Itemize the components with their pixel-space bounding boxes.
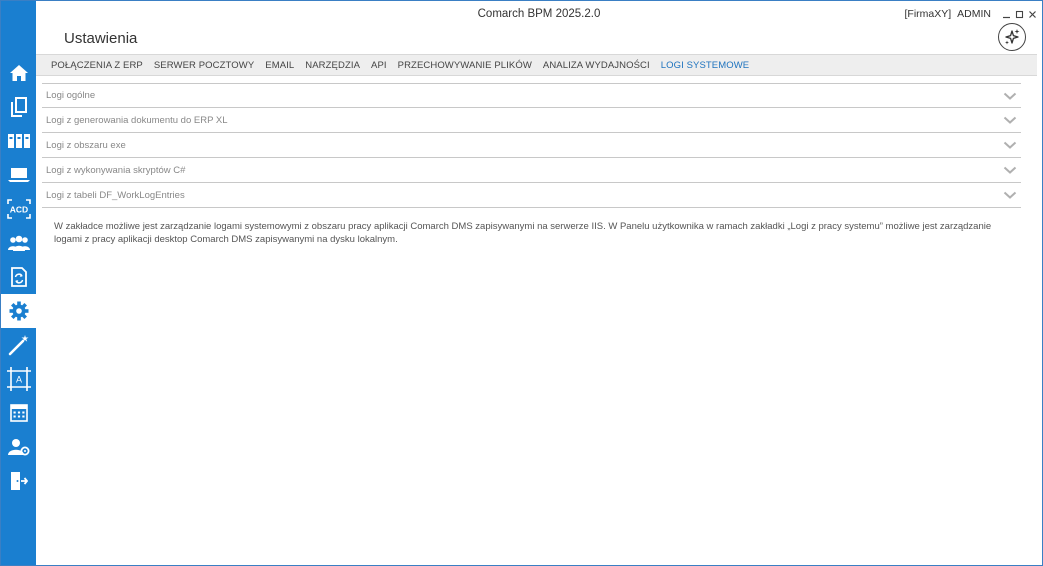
documents-icon [10, 97, 27, 117]
tab-system-logs[interactable]: LOGI SYSTEMOWE [661, 60, 750, 71]
logout-icon [10, 472, 28, 490]
tab-api[interactable]: API [371, 60, 387, 71]
sidebar-item-acd[interactable]: ACD [1, 192, 36, 226]
section-exe-logs[interactable]: Logi z obszaru exe [42, 133, 1021, 158]
title-bar-controls: [FirmaXY] ADMIN [904, 8, 1038, 20]
close-icon [1029, 10, 1036, 18]
close-button[interactable] [1027, 9, 1038, 20]
tab-tools[interactable]: NARZĘDZIA [305, 60, 360, 71]
chevron-down-icon [1003, 191, 1017, 199]
tab-file-storage[interactable]: PRZECHOWYWANIE PLIKÓW [398, 60, 532, 71]
laptop-icon [7, 168, 30, 182]
sidebar-item-logout[interactable] [1, 464, 36, 498]
ai-assistant-button[interactable] [998, 23, 1026, 51]
chevron-down-icon [1003, 141, 1017, 149]
sidebar-item-home[interactable] [1, 56, 36, 90]
sidebar: ACD A [1, 1, 36, 565]
section-label: Logi ogólne [46, 90, 96, 101]
sidebar-item-wizard[interactable] [1, 328, 36, 362]
settings-tabs: POŁĄCZENIA Z ERP SERWER POCZTOWY EMAIL N… [36, 54, 1037, 76]
section-label: Logi z generowania dokumentu do ERP XL [46, 114, 228, 126]
tab-performance-analysis[interactable]: ANALIZA WYDAJNOŚCI [543, 60, 650, 71]
tab-erp-connections[interactable]: POŁĄCZENIA Z ERP [51, 60, 143, 71]
user-name[interactable]: ADMIN [957, 8, 991, 20]
binders-icon [7, 134, 30, 148]
title-bar: Comarch BPM 2025.2.0 [FirmaXY] ADMIN [36, 1, 1042, 27]
chevron-down-icon [1003, 166, 1017, 174]
info-text: W zakładce możliwe jest zarządzanie loga… [54, 221, 992, 245]
tab-mail-server[interactable]: SERWER POCZTOWY [154, 60, 254, 71]
section-worklog-entries-logs[interactable]: Logi z tabeli DF_WorkLogEntries [42, 183, 1021, 208]
section-general-logs[interactable]: Logi ogólne [42, 83, 1021, 108]
section-label: Logi z wykonywania skryptów C# [46, 164, 186, 176]
section-label: Logi z tabeli DF_WorkLogEntries [46, 189, 185, 201]
sidebar-item-document-sync[interactable] [1, 260, 36, 294]
sidebar-item-calendar[interactable] [1, 396, 36, 430]
section-label: Logi z obszaru exe [46, 139, 126, 151]
magic-wand-icon [8, 335, 28, 356]
designer-icon-label: A [15, 375, 21, 385]
maximize-icon [1015, 10, 1024, 18]
log-sections: Logi ogólne Logi z generowania dokumentu… [42, 83, 1021, 208]
home-icon [9, 65, 28, 81]
sparkles-icon [1005, 29, 1020, 45]
maximize-button[interactable] [1014, 9, 1025, 20]
gear-icon [9, 301, 28, 321]
tab-email[interactable]: EMAIL [265, 60, 294, 71]
designer-frame-icon: A [6, 367, 31, 391]
document-sync-icon [10, 267, 27, 287]
chevron-down-icon [1003, 92, 1017, 100]
minimize-button[interactable] [1001, 9, 1012, 20]
page-title: Ustawienia [64, 30, 138, 47]
section-csharp-script-logs[interactable]: Logi z wykonywania skryptów C# [42, 158, 1021, 183]
acd-icon-label: ACD [9, 205, 27, 215]
sidebar-item-designer[interactable]: A [1, 362, 36, 396]
sidebar-item-settings[interactable] [1, 294, 36, 328]
company-name[interactable]: [FirmaXY] [904, 8, 951, 20]
user-settings-icon [7, 439, 29, 456]
calendar-icon [9, 404, 28, 422]
chevron-down-icon [1003, 116, 1017, 124]
sidebar-item-user-settings[interactable] [1, 430, 36, 464]
section-erp-xl-logs[interactable]: Logi z generowania dokumentu do ERP XL [42, 108, 1021, 133]
sidebar-item-documents[interactable] [1, 90, 36, 124]
acd-icon: ACD [6, 199, 31, 219]
users-icon [7, 235, 30, 251]
sidebar-item-users[interactable] [1, 226, 36, 260]
minimize-icon [1003, 16, 1010, 18]
app-title: Comarch BPM 2025.2.0 [477, 8, 601, 20]
sidebar-item-laptop[interactable] [1, 158, 36, 192]
sidebar-item-binders[interactable] [1, 124, 36, 158]
